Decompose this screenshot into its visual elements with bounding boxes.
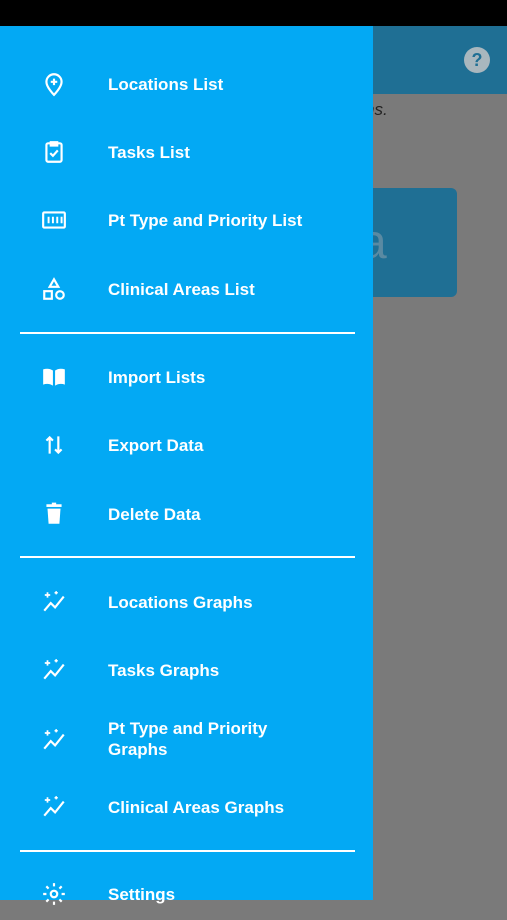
divider (20, 332, 355, 334)
clipboard-check-icon (40, 138, 68, 166)
navigation-drawer: Locations List Tasks List Pt Type and Pr… (0, 26, 373, 905)
divider (20, 556, 355, 558)
chart-sparkle-icon (40, 588, 68, 616)
location-plus-icon (40, 70, 68, 98)
help-icon[interactable]: ? (464, 47, 490, 73)
menu-label: Clinical Areas List (108, 280, 255, 299)
chart-sparkle-icon (40, 726, 68, 754)
menu-item-pt-type-priority-graphs[interactable]: Pt Type and Priority Graphs (0, 712, 373, 768)
status-bar (0, 0, 507, 26)
menu-label: Clinical Areas Graphs (108, 798, 285, 817)
trash-icon (40, 500, 68, 528)
menu-item-pt-type-priority-list[interactable]: Pt Type and Priority List (0, 194, 373, 246)
menu-label: Tasks List (108, 143, 190, 162)
menu-label: Pt Type and Priority List (108, 211, 303, 230)
divider (20, 850, 355, 852)
menu-label: Export Data (108, 436, 204, 455)
menu-item-locations-list[interactable]: Locations List (0, 58, 373, 110)
counter-icon (40, 206, 68, 234)
menu-item-import-lists[interactable]: Import Lists (0, 351, 373, 403)
menu-item-tasks-graphs[interactable]: Tasks Graphs (0, 644, 373, 696)
book-open-icon (40, 363, 68, 391)
gear-icon (40, 880, 68, 908)
menu-item-clinical-areas-graphs[interactable]: Clinical Areas Graphs (0, 781, 373, 833)
menu-item-export-data[interactable]: Export Data (0, 419, 373, 471)
menu-item-settings[interactable]: Settings (0, 868, 373, 920)
menu-item-delete-data[interactable]: Delete Data (0, 488, 373, 540)
menu-label: Locations List (108, 75, 224, 94)
menu-item-clinical-areas-list[interactable]: Clinical Areas List (0, 263, 373, 315)
swap-vertical-icon (40, 431, 68, 459)
menu-item-tasks-list[interactable]: Tasks List (0, 126, 373, 178)
chart-sparkle-icon (40, 656, 68, 684)
menu-label: Delete Data (108, 505, 201, 524)
chart-sparkle-icon (40, 793, 68, 821)
menu-label: Settings (108, 885, 176, 904)
menu-label: Import Lists (108, 368, 206, 387)
menu-label: Tasks Graphs (108, 661, 220, 680)
menu-label: Locations Graphs (108, 593, 253, 612)
menu-item-locations-graphs[interactable]: Locations Graphs (0, 576, 373, 628)
shapes-icon (40, 275, 68, 303)
menu-label: Pt Type and Priority Graphs (108, 719, 268, 759)
